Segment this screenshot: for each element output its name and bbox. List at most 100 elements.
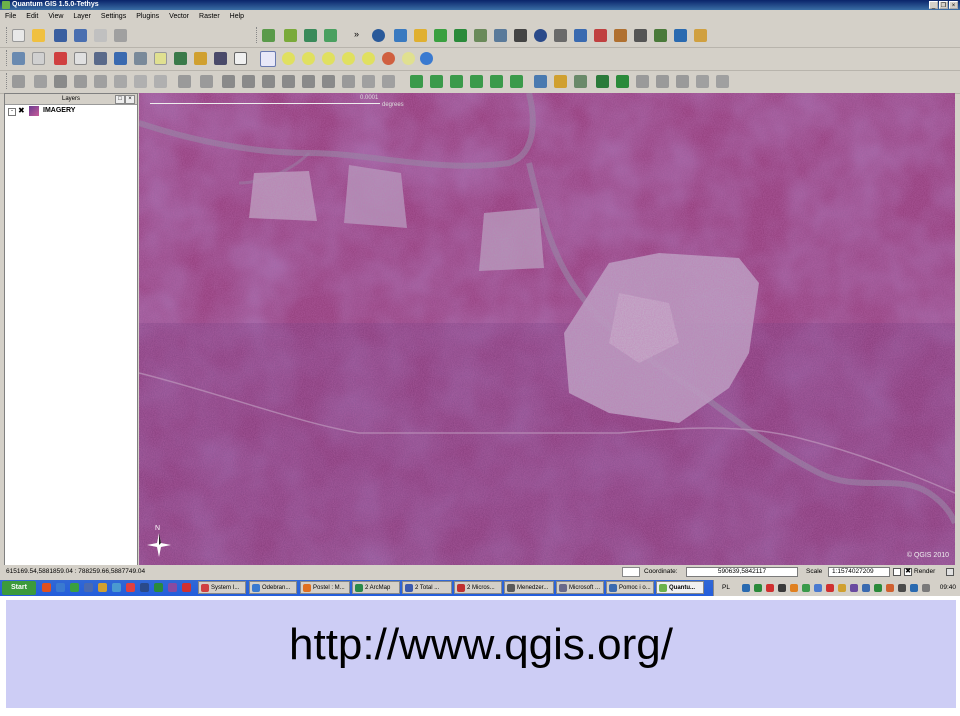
identify-icon[interactable] bbox=[420, 52, 433, 65]
add-ring-icon[interactable] bbox=[242, 75, 255, 88]
float-panel-icon[interactable]: □ bbox=[115, 95, 125, 104]
menu-edit[interactable]: Edit bbox=[21, 10, 43, 24]
save-edits-icon[interactable] bbox=[34, 75, 47, 88]
task-odebrane[interactable]: Odebran... bbox=[249, 581, 297, 594]
menu-settings[interactable]: Settings bbox=[96, 10, 131, 24]
scale-field[interactable]: 1:1574027209 bbox=[828, 567, 890, 577]
quicklaunch-outlook-icon[interactable] bbox=[84, 583, 93, 592]
zoom-layer-icon[interactable] bbox=[362, 52, 375, 65]
download-icon[interactable] bbox=[434, 29, 447, 42]
grass-display-icon[interactable] bbox=[696, 75, 709, 88]
tray-icon-f[interactable] bbox=[862, 584, 870, 592]
gps-icon[interactable] bbox=[372, 29, 385, 42]
print-composer-icon[interactable] bbox=[94, 29, 107, 42]
quicklaunch-excel-icon[interactable] bbox=[154, 583, 163, 592]
tray-icon-d[interactable] bbox=[838, 584, 846, 592]
render-checkbox[interactable]: ✖ bbox=[904, 568, 912, 576]
georeferencer-icon[interactable] bbox=[394, 29, 407, 42]
pdf-icon[interactable] bbox=[594, 29, 607, 42]
collapse-icon[interactable]: - bbox=[8, 108, 16, 116]
quicklaunch-word-icon[interactable] bbox=[140, 583, 149, 592]
grass-module-icon[interactable] bbox=[616, 75, 629, 88]
close-panel-icon[interactable]: × bbox=[125, 95, 135, 104]
task-microsoft[interactable]: Microsoft ... bbox=[556, 581, 604, 594]
fetch-plugin-icon[interactable] bbox=[554, 75, 567, 88]
text-annotation-icon[interactable] bbox=[234, 52, 247, 65]
zoom-next-icon[interactable] bbox=[402, 52, 415, 65]
toolbar-grip[interactable] bbox=[256, 27, 260, 43]
print-icon[interactable] bbox=[114, 29, 127, 42]
bus-icon[interactable] bbox=[674, 29, 687, 42]
rotate-label-icon[interactable] bbox=[382, 75, 395, 88]
task-microsoft-word[interactable]: 2 Micros... bbox=[454, 581, 502, 594]
script-icon[interactable] bbox=[574, 29, 587, 42]
task-menedzer[interactable]: Menedzer... bbox=[504, 581, 554, 594]
task-system[interactable]: System I... bbox=[198, 581, 246, 594]
measure-area-icon[interactable] bbox=[114, 52, 127, 65]
undo-icon[interactable] bbox=[178, 75, 191, 88]
zoom-out-icon[interactable] bbox=[302, 52, 315, 65]
zoom-last-icon[interactable] bbox=[382, 52, 395, 65]
simplify-icon[interactable] bbox=[222, 75, 235, 88]
task-pomoc[interactable]: Pomoc i o... bbox=[606, 581, 654, 594]
tray-icon-e[interactable] bbox=[850, 584, 858, 592]
zoom-selection-icon[interactable] bbox=[342, 52, 355, 65]
line-icon[interactable] bbox=[634, 29, 647, 42]
capture-line-icon[interactable] bbox=[74, 75, 87, 88]
tray-icon-g[interactable] bbox=[874, 584, 882, 592]
pan-icon[interactable] bbox=[260, 51, 276, 67]
menu-layer[interactable]: Layer bbox=[68, 10, 96, 24]
coordinate-field[interactable]: 590639,5842117 bbox=[686, 567, 798, 577]
deselect-icon[interactable] bbox=[54, 52, 67, 65]
toggle-editing-icon[interactable] bbox=[12, 75, 25, 88]
language-indicator[interactable]: PL bbox=[722, 580, 730, 596]
fetch-icon[interactable] bbox=[534, 75, 547, 88]
tray-icon-b[interactable] bbox=[814, 584, 822, 592]
move-feature-icon[interactable] bbox=[114, 75, 127, 88]
north-arrow-icon[interactable] bbox=[534, 29, 547, 42]
menu-file[interactable]: File bbox=[0, 10, 21, 24]
close-button[interactable]: × bbox=[949, 1, 958, 9]
show-bookmarks-icon[interactable] bbox=[194, 52, 207, 65]
task-quantum-gis[interactable]: Quantu... bbox=[656, 581, 704, 594]
toolbar-overflow-chevron[interactable]: » bbox=[354, 29, 359, 39]
map-tips-icon[interactable] bbox=[12, 52, 25, 65]
layer-row-imagery[interactable]: - ✖ IMAGERY bbox=[5, 105, 137, 117]
grass-new-icon[interactable] bbox=[656, 75, 669, 88]
form-annotation-icon[interactable] bbox=[214, 52, 227, 65]
annotation-icon[interactable] bbox=[154, 52, 167, 65]
measure-angle-icon[interactable] bbox=[134, 52, 147, 65]
python-icon[interactable] bbox=[654, 29, 667, 42]
measure-line-icon[interactable] bbox=[94, 52, 107, 65]
layer-visibility-checkbox[interactable]: ✖ bbox=[18, 107, 25, 115]
zoom-in-icon[interactable] bbox=[282, 52, 295, 65]
quicklaunch-opera-icon[interactable] bbox=[126, 583, 135, 592]
tray-bluetooth-icon[interactable] bbox=[910, 584, 918, 592]
quicklaunch-folder-icon[interactable] bbox=[98, 583, 107, 592]
tray-icon-a[interactable] bbox=[802, 584, 810, 592]
raster-tool-5-icon[interactable] bbox=[490, 75, 503, 88]
raster-tool-1-icon[interactable] bbox=[410, 75, 423, 88]
raster-tool-3-icon[interactable] bbox=[450, 75, 463, 88]
tray-update-icon[interactable] bbox=[766, 584, 774, 592]
grass-close-icon[interactable] bbox=[676, 75, 689, 88]
maximize-button[interactable]: ❐ bbox=[939, 1, 948, 9]
quicklaunch-app-icon[interactable] bbox=[168, 583, 177, 592]
raster-tool-6-icon[interactable] bbox=[510, 75, 523, 88]
redo-icon[interactable] bbox=[200, 75, 213, 88]
tray-icon-h[interactable] bbox=[886, 584, 894, 592]
split-features-icon[interactable] bbox=[342, 75, 355, 88]
grass-tools-icon[interactable] bbox=[474, 29, 487, 42]
grass-tools-2-icon[interactable] bbox=[716, 75, 729, 88]
stop-render-icon[interactable] bbox=[893, 568, 901, 576]
plugin-icon[interactable] bbox=[414, 29, 427, 42]
tray-icon-c[interactable] bbox=[826, 584, 834, 592]
add-raster-icon[interactable] bbox=[284, 29, 297, 42]
bookmark-icon[interactable] bbox=[174, 52, 187, 65]
zoom-full-icon[interactable] bbox=[322, 52, 335, 65]
task-total-commander[interactable]: 2 Total ... bbox=[402, 581, 452, 594]
menu-vector[interactable]: Vector bbox=[164, 10, 194, 24]
window-title-bar[interactable]: Quantum GIS 1.5.0-Tethys _ ❐ × bbox=[0, 0, 960, 10]
add-vector-icon[interactable] bbox=[262, 29, 275, 42]
delete-selected-icon[interactable] bbox=[154, 75, 167, 88]
